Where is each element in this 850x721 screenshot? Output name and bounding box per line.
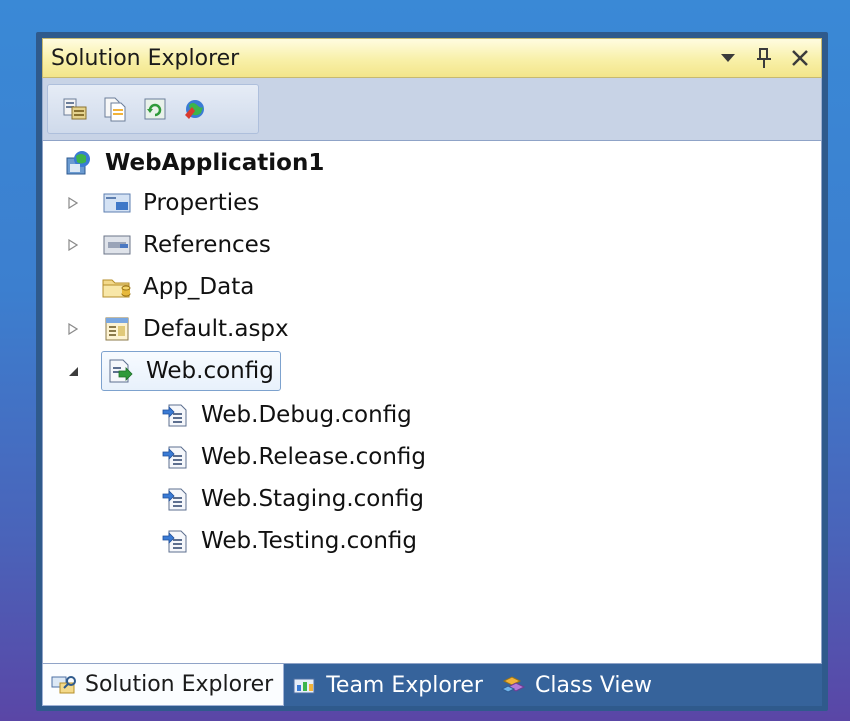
tree-item-label: Web.Debug.config	[201, 402, 412, 428]
folder-icon	[101, 271, 133, 303]
properties-icon[interactable]	[58, 92, 92, 126]
copy-web-site-icon[interactable]	[178, 92, 212, 126]
tree-item-label: Web.Testing.config	[201, 528, 418, 554]
tab-team-explorer[interactable]: Team Explorer	[284, 664, 493, 706]
tree-root-project[interactable]: WebApplication1	[63, 145, 324, 181]
tree-item-label: Web.Staging.config	[201, 486, 425, 512]
tree-item-label: Properties	[143, 190, 260, 216]
tree-item-web-staging-config[interactable]: Web.Staging.config	[159, 481, 424, 517]
solution-explorer-window: Solution Explorer WebApplication1 Proper…	[36, 32, 828, 711]
dropdown-arrow-icon[interactable]	[717, 47, 739, 69]
show-all-files-icon[interactable]	[98, 92, 132, 126]
selected-item-highlight[interactable]: Web.config	[101, 351, 281, 391]
title-buttons	[717, 47, 811, 69]
tab-bar: Solution Explorer Team Explorer Class Vi…	[42, 664, 822, 706]
tree-item-default-aspx[interactable]: Default.aspx	[65, 311, 289, 347]
web-project-icon	[63, 147, 95, 179]
close-icon[interactable]	[789, 47, 811, 69]
tab-solution-explorer[interactable]: Solution Explorer	[42, 664, 285, 706]
toolbar	[42, 78, 822, 140]
config-file-icon	[104, 355, 136, 387]
tree-item-web-release-config[interactable]: Web.Release.config	[159, 439, 426, 475]
transform-config-icon	[159, 525, 191, 557]
tab-label: Class View	[534, 672, 653, 698]
transform-config-icon	[159, 399, 191, 431]
solution-explorer-icon	[49, 670, 79, 700]
tree-item-label: References	[143, 232, 271, 258]
references-folder-icon	[101, 229, 133, 261]
tree-item-web-debug-config[interactable]: Web.Debug.config	[159, 397, 412, 433]
properties-folder-icon	[101, 187, 133, 219]
tab-label: Team Explorer	[326, 672, 483, 698]
project-name: WebApplication1	[105, 150, 325, 176]
class-view-icon	[499, 670, 529, 700]
expand-arrow-icon[interactable]	[65, 321, 81, 337]
transform-config-icon	[159, 441, 191, 473]
tree-item-web-testing-config[interactable]: Web.Testing.config	[159, 523, 417, 559]
team-explorer-icon	[290, 670, 320, 700]
toolstrip	[47, 84, 259, 134]
tree-item-properties[interactable]: Properties	[65, 185, 259, 221]
pin-icon[interactable]	[753, 47, 775, 69]
collapse-arrow-icon[interactable]	[65, 363, 81, 379]
tree-item-label: Default.aspx	[143, 316, 289, 342]
tab-label: Solution Explorer	[85, 672, 274, 697]
tree-item-label: App_Data	[143, 274, 255, 300]
title-bar[interactable]: Solution Explorer	[42, 38, 822, 78]
transform-config-icon	[159, 483, 191, 515]
window-title: Solution Explorer	[51, 45, 240, 71]
solution-tree: WebApplication1 Properties References Ap…	[42, 140, 822, 664]
expand-arrow-icon[interactable]	[65, 237, 81, 253]
expand-arrow-icon[interactable]	[65, 195, 81, 211]
refresh-icon[interactable]	[138, 92, 172, 126]
tab-class-view[interactable]: Class View	[493, 664, 662, 706]
tree-item-web-config[interactable]: Web.config	[65, 351, 281, 391]
tree-item-references[interactable]: References	[65, 227, 271, 263]
tree-item-label: Web.Release.config	[201, 444, 427, 470]
tree-item-label: Web.config	[146, 358, 274, 384]
aspx-file-icon	[101, 313, 133, 345]
tree-item-app-data[interactable]: App_Data	[65, 269, 254, 305]
